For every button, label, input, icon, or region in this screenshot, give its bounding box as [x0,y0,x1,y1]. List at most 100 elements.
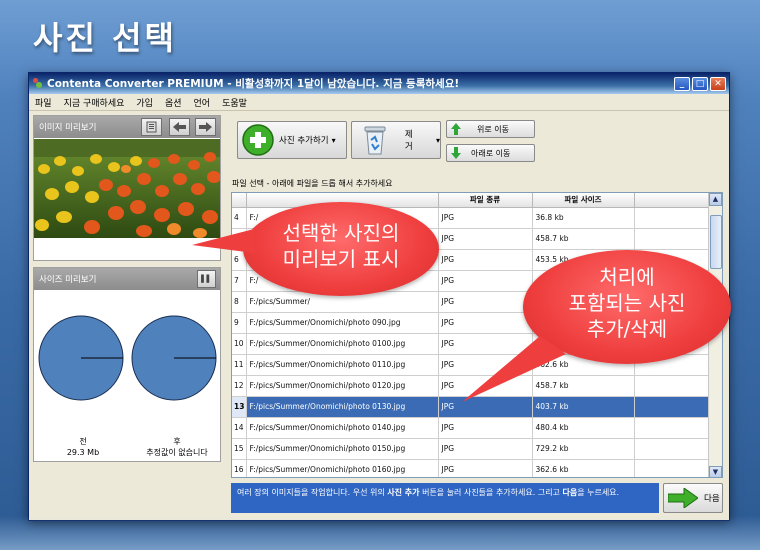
arrow-down-icon [451,147,461,159]
row-file-type: JPG [438,228,533,250]
menu-options[interactable]: 옵션 [165,96,182,109]
bottom-reflection [0,516,760,550]
add-photos-button[interactable]: 사진 추가하기 ▾ [237,121,347,159]
row-filler [634,375,710,397]
next-button[interactable]: 다음 [663,483,723,513]
arrow-left-icon [173,122,186,132]
menu-language[interactable]: 언어 [194,96,211,109]
preview-callout-pointer [192,229,254,253]
menu-buy-now[interactable]: 지금 구매하세요 [64,96,125,109]
move-up-label: 위로 이동 [477,124,509,134]
after-info: 후 추정값이 없습니다 [132,436,222,458]
row-file-path: F:/pics/Summer/Onomichi/photo 0120.jpg [246,375,439,397]
next-label: 다음 [704,494,720,504]
column-header-number[interactable] [232,193,247,208]
table-row[interactable]: 15 F:/pics/Summer/Onomichi/photo 0150.jpg… [232,438,710,460]
row-number: 14 [232,417,247,439]
chevron-down-icon: ▾ [435,135,440,145]
next-image-button[interactable] [195,118,216,136]
instruction-bar: 여러 장의 이미지들을 작업합니다. 우선 위의 사진 추가 버튼을 눌러 사진… [231,483,659,513]
row-number: 13 [232,396,247,418]
column-header-empty [634,193,710,208]
row-filler [634,438,710,460]
photo-preview [34,139,220,238]
column-header-file-size[interactable]: 파일 사이즈 [532,193,635,208]
instruction-text-1: 여러 장의 이미지들을 작업합니다. 우선 위의 [237,488,385,497]
process-callout-pointer [462,336,566,402]
row-file-size: 362.6 kb [532,459,635,477]
menu-register[interactable]: 가입 [136,96,153,109]
menu-help[interactable]: 도움말 [222,96,247,109]
row-file-path: F:/pics/Summer/Onomichi/photo 090.jpg [246,312,439,334]
table-row[interactable]: 16 F:/pics/Summer/Onomichi/photo 0160.jpg… [232,459,710,477]
minimize-button[interactable]: _ [674,76,690,91]
row-file-type: JPG [438,270,533,292]
row-number: 8 [232,291,247,313]
preview-callout: 선택한 사진의 미리보기 표시 [243,202,439,296]
size-preview-panel: 사이즈 미리보기 ▌▌ 전 29.3 Mb 후 추정값이 없습니다 [33,267,221,462]
row-file-type: JPG [438,438,533,460]
row-file-path: F:/pics/Summer/Onomichi/photo 0130.jpg [246,396,439,418]
instruction-add-photo: 사진 추가 [387,488,420,497]
tulip-photo-image [34,139,220,238]
recycle-bin-icon [364,126,386,155]
pause-button[interactable]: ▌▌ [197,270,216,288]
menu-bar: 파일 지금 구매하세요 가입 옵션 언어 도움말 [29,94,729,111]
column-header-file-type[interactable]: 파일 종류 [438,193,533,208]
row-file-path: F:/pics/Summer/Onomichi/photo 0160.jpg [246,459,439,477]
before-label: 전 [79,437,87,446]
remove-label: 제거 [404,130,413,152]
menu-file[interactable]: 파일 [35,96,52,109]
arrow-up-icon [451,123,461,135]
image-preview-header: 이미지 미리보기 [34,116,220,138]
row-file-path: F:/pics/Summer/Onomichi/photo 0150.jpg [246,438,439,460]
row-number: 15 [232,438,247,460]
title-bar: Contenta Converter PREMIUM - 비활성화까지 1달이 … [29,73,729,94]
table-row[interactable]: 14 F:/pics/Summer/Onomichi/photo 0140.jpg… [232,417,710,439]
row-file-type: JPG [438,312,533,334]
chevron-down-icon: ▾ [331,135,336,145]
row-number: 11 [232,354,247,376]
row-file-size: 36.8 kb [532,207,635,229]
window-title: Contenta Converter PREMIUM - 비활성화까지 1달이 … [47,78,460,90]
move-down-label: 아래로 이동 [471,148,511,158]
row-file-type: JPG [438,207,533,229]
row-filler [634,417,710,439]
maximize-button[interactable]: □ [692,76,708,91]
rotate-button[interactable] [141,118,162,136]
instruction-text-2: 버튼을 눌러 사진들을 추가하세요. 그리고 [422,488,560,497]
move-up-button[interactable]: 위로 이동 [446,120,535,138]
row-file-size: 729.2 kb [532,438,635,460]
preview-callout-line2: 미리보기 표시 [282,247,400,271]
size-preview-header: 사이즈 미리보기 ▌▌ [34,268,220,290]
move-down-button[interactable]: 아래로 이동 [446,144,535,162]
page-title: 사진 선택 [33,19,177,57]
page-stack-icon [146,121,157,133]
instruction-text-3: 을 누르세요. [577,488,620,497]
row-number: 12 [232,375,247,397]
scroll-down-arrow-icon[interactable]: ▼ [709,466,722,477]
size-pie-charts [38,315,217,401]
scrollbar-thumb[interactable] [710,215,722,269]
arrow-right-icon [668,488,698,508]
remove-button[interactable]: 제거 ▾ [351,121,441,159]
row-number: 7 [232,270,247,292]
previous-button[interactable] [169,118,190,136]
drop-hint: 파일 선택 - 아래에 파일을 드롭 해서 추가하세요 [232,179,393,188]
row-file-path: F:/pics/Summer/Onomichi/photo 0140.jpg [246,417,439,439]
row-file-type: JPG [438,291,533,313]
close-button[interactable]: ✕ [710,76,726,91]
plus-icon [242,124,274,156]
row-number: 10 [232,333,247,355]
process-callout-line1: 처리에 [599,265,655,289]
row-file-path: F:/pics/Summer/Onomichi/photo 0100.jpg [246,333,439,355]
add-photos-label: 사진 추가하기 [279,136,329,146]
row-file-type: JPG [438,459,533,477]
size-preview-label: 사이즈 미리보기 [39,275,97,285]
preview-callout-line1: 선택한 사진의 [282,221,400,245]
scroll-up-arrow-icon[interactable]: ▲ [709,193,722,206]
before-value: 29.3 Mb [66,448,100,457]
row-filler [634,396,710,418]
before-info: 전 29.3 Mb [58,436,108,458]
after-value: 추정값이 없습니다 [146,448,208,457]
